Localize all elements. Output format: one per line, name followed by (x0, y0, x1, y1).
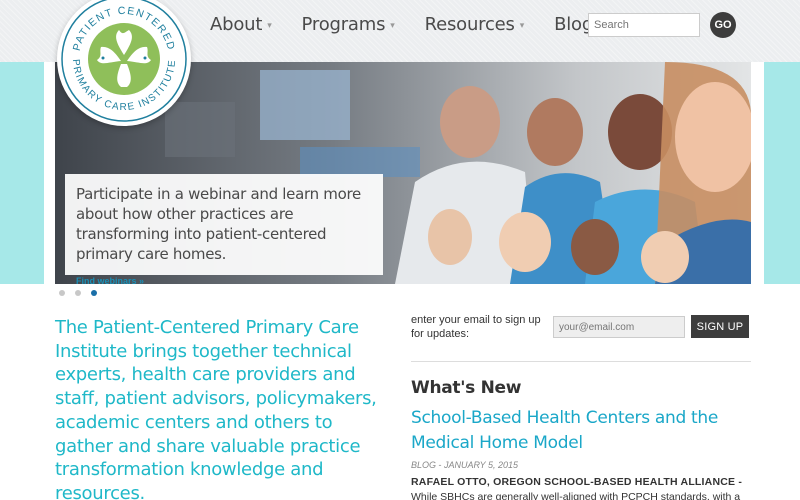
intro-paragraph: The Patient-Centered Primary Care Instit… (55, 317, 377, 500)
email-input[interactable] (553, 316, 685, 338)
post-excerpt: RAFAEL OTTO, OREGON SCHOOL-BASED HEALTH … (411, 475, 751, 500)
signup-label: enter your email to sign up for updates: (411, 314, 541, 340)
search-go-button[interactable]: GO (710, 12, 736, 38)
hero-caption-box: Participate in a webinar and learn more … (65, 174, 383, 286)
post-category: BLOG (411, 460, 437, 470)
nav-about[interactable]: About ▾ (210, 14, 272, 35)
hero-band-right (764, 62, 800, 284)
post-date: JANUARY 5, 2015 (444, 460, 519, 470)
post-meta: BLOG - JANUARY 5, 2015 (411, 460, 519, 470)
search-input[interactable] (588, 13, 700, 37)
site-logo[interactable]: PATIENT CENTERED PRIMARY CARE INSTITUTE (57, 0, 191, 126)
nav-resources-label: Resources (424, 14, 515, 35)
find-webinars-link[interactable]: Find webinars » (76, 276, 373, 286)
chevron-down-icon: ▾ (390, 20, 395, 31)
post-author: RAFAEL OTTO, OREGON SCHOOL-BASED HEALTH … (411, 476, 743, 488)
section-divider (411, 361, 751, 362)
logo-emblem: PATIENT CENTERED PRIMARY CARE INSTITUTE (61, 0, 187, 122)
nav-about-label: About (210, 14, 263, 35)
chevron-down-icon: ▾ (519, 20, 525, 31)
slider-dot-3[interactable] (91, 290, 97, 296)
main-nav: About ▾ Programs ▾ Resources ▾ Blog (210, 14, 607, 35)
sign-up-button[interactable]: SIGN UP (691, 315, 749, 338)
slider-dot-2[interactable] (75, 290, 81, 296)
nav-resources[interactable]: Resources ▾ (424, 14, 525, 35)
slider-pagination (59, 290, 107, 296)
slider-dot-1[interactable] (59, 290, 65, 296)
whats-new-heading: What's New (411, 378, 522, 398)
chevron-down-icon: ▾ (267, 20, 272, 31)
hero-band-left (0, 62, 44, 284)
nav-programs[interactable]: Programs ▾ (302, 14, 395, 35)
post-excerpt-text: While SBHCs are generally well-aligned w… (411, 490, 741, 500)
post-title-link[interactable]: School-Based Health Centers and the Medi… (411, 406, 751, 455)
nav-programs-label: Programs (301, 14, 386, 35)
hero-caption-text: Participate in a webinar and learn more … (76, 185, 361, 263)
